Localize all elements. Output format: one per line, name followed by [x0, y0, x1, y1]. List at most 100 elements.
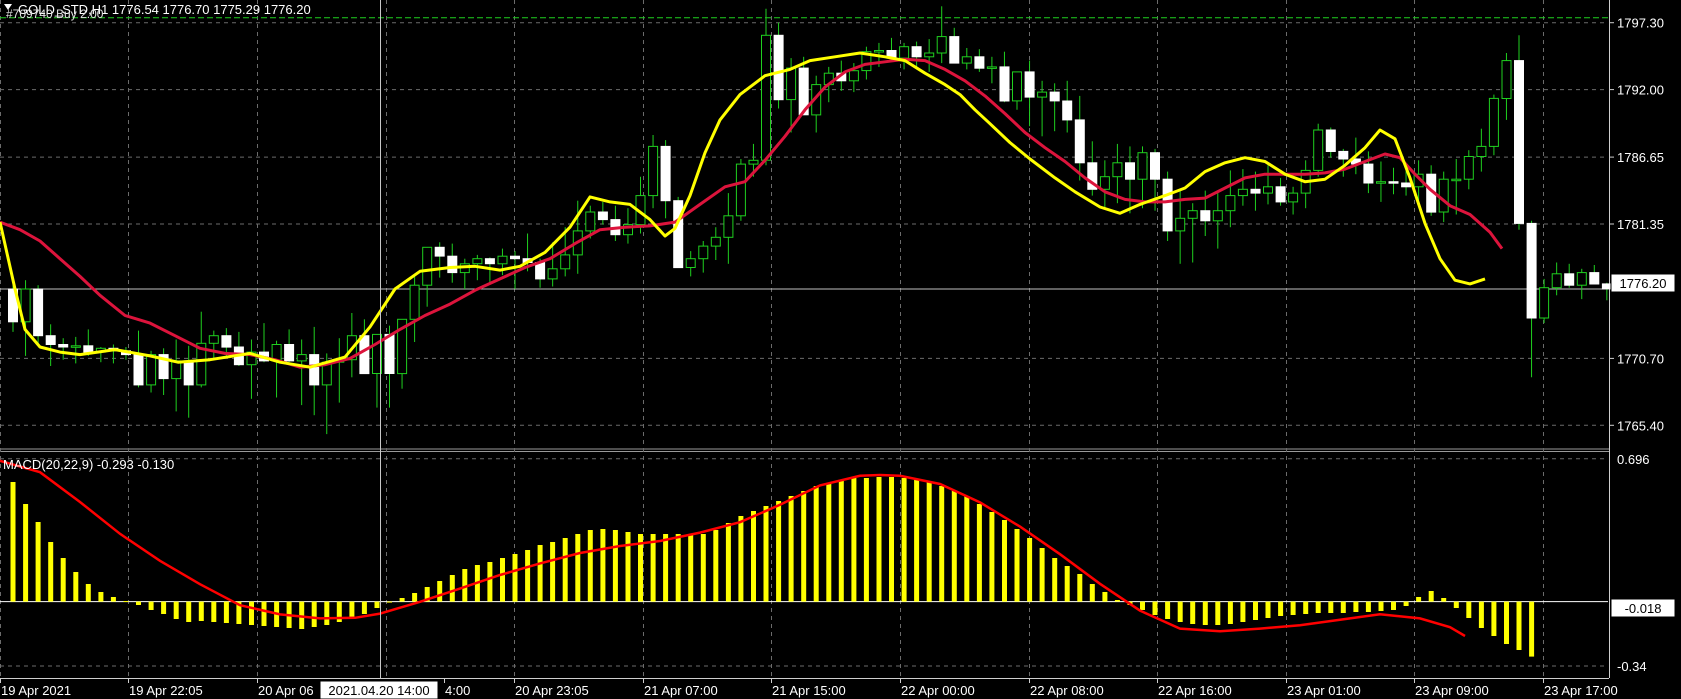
bear-candle-body	[1338, 150, 1349, 160]
candle	[597, 201, 608, 225]
macd-bar	[500, 558, 505, 602]
macd-bar	[851, 478, 857, 602]
macd-bar	[136, 601, 141, 605]
macd-bar	[1152, 601, 1158, 615]
bull-candle-body	[1576, 272, 1587, 286]
candle	[58, 338, 69, 360]
time-tick-label: 21 Apr 07:00	[644, 683, 718, 698]
bull-candle-body	[848, 70, 859, 82]
macd-bar	[1365, 601, 1371, 612]
candle	[761, 8, 771, 166]
time-tick-label: 22 Apr 00:00	[901, 683, 975, 698]
candle	[309, 326, 320, 416]
candle	[1514, 35, 1524, 230]
time-tick-label: 23 Apr 01:00	[1287, 683, 1361, 698]
bull-candle-body	[1539, 287, 1550, 319]
bull-candle-body	[1313, 129, 1324, 171]
bull-candle-body	[1212, 210, 1223, 222]
candle	[1024, 60, 1035, 127]
candle	[1551, 262, 1562, 296]
macd-bar	[387, 601, 392, 603]
bull-candle-body	[648, 145, 659, 197]
bear-candle-body	[384, 333, 395, 374]
bull-candle-body	[1551, 273, 1562, 289]
macd-bar	[813, 486, 819, 602]
macd-bar	[914, 480, 920, 602]
macd-bar	[1466, 601, 1472, 618]
candle	[284, 329, 295, 363]
bear-candle-body	[1601, 283, 1612, 290]
bear-candle-body	[1514, 60, 1524, 224]
candle	[1463, 150, 1474, 190]
macd-bar	[688, 534, 694, 602]
candle	[1300, 160, 1311, 209]
bear-candle-body	[660, 145, 671, 202]
macd-bar	[73, 572, 79, 602]
candle	[648, 135, 659, 209]
candle	[1187, 203, 1198, 263]
candle	[484, 257, 495, 284]
macd-bar	[1140, 601, 1145, 610]
time-tick-label: 20 Apr 06	[258, 683, 314, 698]
bear-candle-body	[1200, 210, 1211, 222]
price-tick-label: 1765.40	[1617, 418, 1664, 433]
candle	[1376, 161, 1386, 202]
bull-candle-body	[1476, 145, 1487, 157]
macd-tick-label: -0.34	[1617, 659, 1647, 674]
candle	[660, 140, 671, 219]
candle	[33, 285, 44, 345]
candle	[961, 48, 972, 70]
candle	[723, 193, 734, 264]
bear-candle-body	[1024, 71, 1035, 98]
moving-averages	[0, 51, 1504, 369]
bull-candle-body	[1237, 188, 1248, 197]
candle	[1589, 265, 1600, 285]
macd-bar	[700, 534, 706, 602]
macd-bar	[1491, 601, 1497, 636]
macd-bar	[826, 483, 832, 602]
macd-bar	[1391, 601, 1396, 610]
candle	[1162, 171, 1173, 241]
macd-bar	[1529, 601, 1535, 657]
macd-bar	[60, 558, 66, 602]
macd-bar	[751, 511, 756, 602]
bull-candle-body	[986, 66, 997, 69]
candle	[1049, 83, 1060, 132]
macd-bar	[939, 486, 945, 602]
candle	[246, 339, 257, 399]
price-axis: 1797.30 1792.00 1786.65 1781.35 1770.70 1765.…	[1609, 16, 1664, 433]
macd-bar	[1240, 601, 1246, 622]
bull-candle-body	[1463, 156, 1474, 180]
bull-candle-body	[899, 46, 910, 59]
candle	[886, 37, 897, 59]
macd-bar	[788, 496, 794, 602]
bull-candle-body	[585, 211, 596, 232]
candle	[610, 205, 621, 241]
time-tick-label: 22 Apr 08:00	[1030, 683, 1104, 698]
macd-bar	[876, 477, 882, 602]
candle	[70, 336, 81, 364]
candle	[673, 196, 684, 269]
macd-tick-label: 0.696	[1617, 452, 1650, 467]
bull-candle-body	[685, 258, 696, 269]
macd-bar	[763, 506, 769, 602]
macd-bar	[161, 601, 167, 614]
bear-candle-body	[673, 200, 684, 269]
macd-bar	[964, 496, 970, 602]
bull-candle-body	[422, 246, 433, 286]
macd-bar	[374, 601, 380, 608]
macd-bar	[1353, 601, 1359, 612]
macd-bar	[675, 534, 681, 602]
bear-candle-body	[434, 246, 445, 257]
macd-bar	[1428, 591, 1434, 602]
candle	[1539, 278, 1550, 324]
macd-bar	[776, 501, 782, 602]
macd-bar	[562, 538, 568, 602]
candle	[95, 347, 106, 363]
chart-canvas[interactable]: 1797.30 1792.00 1786.65 1781.35 1770.70 1765.…	[0, 0, 1681, 699]
time-tick-label: 4:00	[445, 683, 470, 698]
candle	[183, 345, 194, 418]
bull-candle-body	[547, 268, 558, 280]
candle	[685, 251, 696, 277]
macd-axis: 0.696 -0.34	[1617, 452, 1650, 674]
